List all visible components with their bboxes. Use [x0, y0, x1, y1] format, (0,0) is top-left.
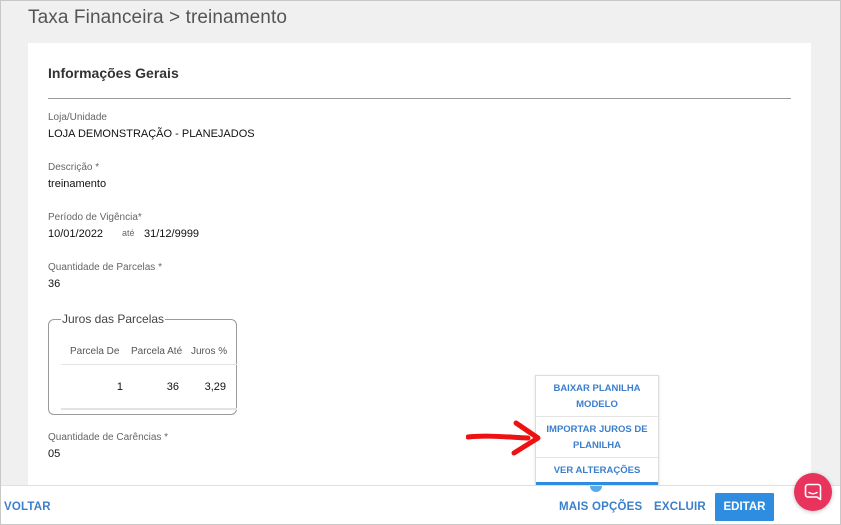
juros-legend: Juros das Parcelas [61, 312, 166, 326]
vigencia-label: Período de Vigência* [48, 212, 142, 223]
menu-item-label: PLANILHA [572, 440, 622, 451]
menu-item-baixar-planilha[interactable]: BAIXAR PLANILHA MODELO [536, 381, 658, 413]
menu-item-label: MODELO [576, 399, 618, 410]
editar-button[interactable]: EDITAR [715, 493, 774, 521]
juros-table: Juros das Parcelas Parcela De Parcela At… [48, 312, 237, 415]
menu-item-label: BAIXAR PLANILHA [553, 383, 641, 394]
chat-button[interactable] [794, 473, 832, 511]
loja-label: Loja/Unidade [48, 112, 107, 123]
excluir-button[interactable]: EXCLUIR [654, 501, 706, 513]
page-title: Taxa Financeira > treinamento [28, 7, 288, 28]
carencias-label: Quantidade de Carências * [48, 432, 169, 443]
col-header-parcela-ate: Parcela Até [131, 346, 183, 357]
menu-item-label: VER ALTERAÇÕES [553, 465, 641, 476]
menu-item-importar-juros[interactable]: IMPORTAR JUROS DE PLANILHA [536, 422, 658, 454]
carencias-value: 05 [48, 448, 61, 460]
mais-opcoes-menu: BAIXAR PLANILHA MODELO IMPORTAR JUROS DE… [535, 375, 659, 487]
vigencia-separator: até [122, 228, 135, 238]
cell-juros: 3,29 [204, 381, 226, 393]
menu-separator [536, 416, 658, 417]
section-divider [48, 98, 791, 99]
menu-pointer [590, 486, 602, 492]
footer-bar: VOLTAR MAIS OPÇÕES EXCLUIR EDITAR [0, 485, 841, 525]
menu-item-ver-alteracoes[interactable]: VER ALTERAÇÕES [536, 463, 658, 479]
form-card: Informações Gerais Loja/Unidade LOJA DEM… [28, 43, 811, 485]
cell-parcela-ate: 36 [166, 381, 179, 393]
col-header-parcela-de: Parcela De [70, 346, 120, 357]
vigencia-to: 31/12/9999 [144, 228, 200, 240]
descricao-label: Descrição * [48, 162, 100, 173]
voltar-button[interactable]: VOLTAR [4, 501, 51, 513]
parcelas-value: 36 [48, 278, 61, 290]
table-bottom-rule [61, 408, 237, 410]
red-arrow-icon [466, 420, 541, 456]
menu-separator [536, 457, 658, 458]
cell-parcela-de: 1 [116, 381, 123, 393]
parcelas-label: Quantidade de Parcelas * [48, 262, 162, 273]
col-header-juros: Juros % [191, 346, 228, 357]
menu-item-label: IMPORTAR JUROS DE [546, 424, 648, 435]
mais-opcoes-button[interactable]: MAIS OPÇÕES [559, 501, 642, 513]
descricao-value: treinamento [48, 178, 107, 190]
section-title: Informações Gerais [48, 65, 179, 81]
vigencia-from: 10/01/2022 [48, 228, 104, 240]
chat-bubble-icon [804, 483, 822, 501]
table-divider [61, 364, 237, 365]
loja-value: LOJA DEMONSTRAÇÃO - PLANEJADOS [48, 128, 255, 140]
